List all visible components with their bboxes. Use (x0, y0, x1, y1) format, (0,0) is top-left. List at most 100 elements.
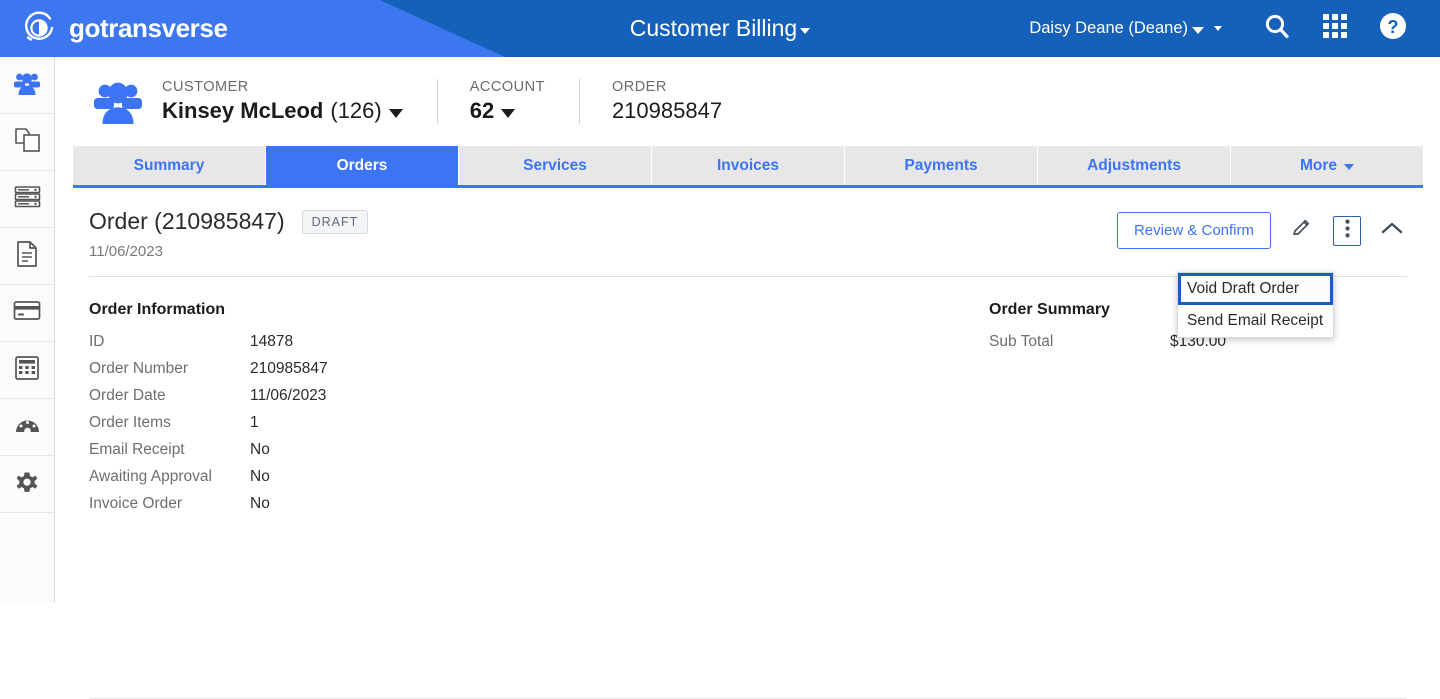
tab-adjustments[interactable]: Adjustments (1038, 146, 1231, 185)
kebab-vertical-dots-icon (1344, 219, 1350, 243)
header-right-actions: Daisy Deane (Deane) ? (1029, 0, 1422, 57)
sidebar-item-products[interactable] (0, 114, 54, 171)
app-title-dropdown[interactable]: Customer Billing (629, 15, 811, 42)
user-menu[interactable]: Daisy Deane (Deane) (1029, 19, 1204, 38)
brand-logo[interactable]: gotransverse (20, 9, 228, 47)
sidebar-item-customers[interactable] (0, 57, 54, 114)
tab-label: Orders (336, 156, 388, 174)
chevron-up-icon (1380, 220, 1404, 241)
tab-bar: Summary Orders Services Invoices Payment… (73, 146, 1423, 188)
info-key: Order Number (89, 360, 189, 377)
sidebar-item-calculations[interactable] (0, 342, 54, 399)
tab-label: Summary (133, 156, 205, 174)
gear-settings-icon (14, 469, 40, 500)
info-key: Awaiting Approval (89, 468, 212, 485)
breadcrumb-customer-name: Kinsey McLeod (162, 98, 324, 123)
info-value: 1 (250, 414, 259, 431)
info-row: Invoice Order No (89, 495, 989, 513)
info-row: Awaiting Approval No (89, 468, 989, 486)
left-sidebar (0, 57, 55, 603)
breadcrumb-order-value: 210985847 (611, 98, 723, 123)
breadcrumb-customer[interactable]: CUSTOMER Kinsey McLeod (126) (162, 79, 437, 124)
review-and-confirm-button[interactable]: Review & Confirm (1116, 212, 1271, 249)
breadcrumb-account-value: 62 (469, 98, 495, 123)
products-copy-icon (14, 126, 41, 158)
order-card: Order (210985847) DRAFT 11/06/2023 Revie… (73, 188, 1423, 699)
sidebar-item-dashboard[interactable] (0, 399, 54, 456)
breadcrumb-account[interactable]: ACCOUNT 62 (436, 79, 579, 124)
tab-label: More (1299, 156, 1338, 174)
info-row: ID 14878 (89, 333, 989, 351)
breadcrumb-customer-label: CUSTOMER (162, 79, 249, 95)
info-row: Order Number 210985847 (89, 360, 989, 378)
server-database-icon (14, 185, 41, 213)
order-card-header: Order (210985847) DRAFT 11/06/2023 Revie… (73, 188, 1423, 260)
main-content: CUSTOMER Kinsey McLeod (126) ACCOUNT 62 … (56, 57, 1440, 699)
gotransverse-circle-logo-icon (20, 9, 58, 47)
info-key: Order Items (89, 414, 171, 431)
info-row: Email Receipt No (89, 441, 989, 459)
chevron-down-small-icon[interactable] (1214, 26, 1222, 31)
info-value: 11/06/2023 (250, 387, 327, 404)
status-badge: DRAFT (301, 209, 369, 234)
top-header-bar: gotransverse Customer Billing Daisy Dean… (0, 0, 1440, 57)
info-row: Order Date 11/06/2023 (89, 387, 989, 405)
calculator-icon (14, 355, 40, 386)
tab-orders[interactable]: Orders (266, 146, 459, 185)
info-value: No (250, 495, 270, 512)
info-value: No (250, 441, 270, 458)
info-key: Invoice Order (89, 495, 183, 512)
breadcrumb-customer-id: (126) (330, 98, 382, 123)
help-circle-icon: ? (1379, 12, 1407, 45)
sidebar-item-documents[interactable] (0, 228, 54, 285)
order-information-title: Order Information (89, 301, 226, 318)
document-file-icon (15, 240, 39, 273)
pencil-edit-icon (1291, 217, 1313, 244)
customer-group-icon (90, 77, 146, 130)
apps-grid-button[interactable] (1306, 0, 1364, 57)
tab-payments[interactable]: Payments (845, 146, 1038, 185)
info-value: 210985847 (250, 360, 328, 377)
breadcrumb-account-label: ACCOUNT (469, 79, 545, 95)
breadcrumb: CUSTOMER Kinsey McLeod (126) ACCOUNT 62 … (56, 57, 1440, 146)
order-more-menu-button[interactable] (1333, 215, 1361, 246)
user-name-label: Daisy Deane (Deane) (1029, 19, 1188, 37)
chevron-down-icon (1344, 164, 1355, 170)
chevron-down-icon[interactable] (501, 108, 516, 118)
breadcrumb-order-label: ORDER (611, 79, 667, 95)
chevron-down-icon (800, 27, 811, 34)
search-button[interactable] (1248, 0, 1306, 57)
info-value: No (250, 468, 270, 485)
tab-services[interactable]: Services (459, 146, 652, 185)
tab-label: Services (523, 156, 587, 174)
order-title-block: Order (210985847) DRAFT 11/06/2023 (89, 208, 1117, 260)
info-key: ID (89, 333, 105, 350)
chevron-down-icon[interactable] (388, 108, 403, 118)
info-value: 14878 (250, 333, 294, 350)
tab-summary[interactable]: Summary (73, 146, 266, 185)
order-information-panel: Order Information ID 14878 Order Number … (89, 301, 989, 522)
menu-item-void-draft-order[interactable]: Void Draft Order (1178, 273, 1333, 305)
tab-label: Adjustments (1087, 156, 1181, 174)
edit-order-button[interactable] (1287, 215, 1317, 246)
credit-card-icon (13, 300, 41, 326)
order-actions-dropdown-menu: Void Draft Order Send Email Receipt (1177, 272, 1334, 338)
svg-text:?: ? (1388, 17, 1399, 37)
collapse-section-button[interactable] (1377, 215, 1407, 246)
breadcrumb-order: ORDER 210985847 (578, 79, 756, 124)
tab-more[interactable]: More (1231, 146, 1423, 185)
tab-invoices[interactable]: Invoices (652, 146, 845, 185)
info-row: Order Items 1 (89, 414, 989, 432)
menu-item-send-email-receipt[interactable]: Send Email Receipt (1178, 305, 1333, 337)
info-key: Email Receipt (89, 441, 185, 458)
order-date-text: 11/06/2023 (89, 243, 163, 260)
help-button[interactable]: ? (1364, 0, 1422, 57)
customers-people-icon (12, 70, 42, 101)
sidebar-item-settings[interactable] (0, 456, 54, 513)
sidebar-item-billing[interactable] (0, 171, 54, 228)
summary-key: Sub Total (989, 333, 1054, 350)
info-key: Order Date (89, 387, 166, 404)
app-title-text: Customer Billing (629, 15, 798, 41)
search-icon (1263, 12, 1291, 45)
sidebar-item-payments[interactable] (0, 285, 54, 342)
